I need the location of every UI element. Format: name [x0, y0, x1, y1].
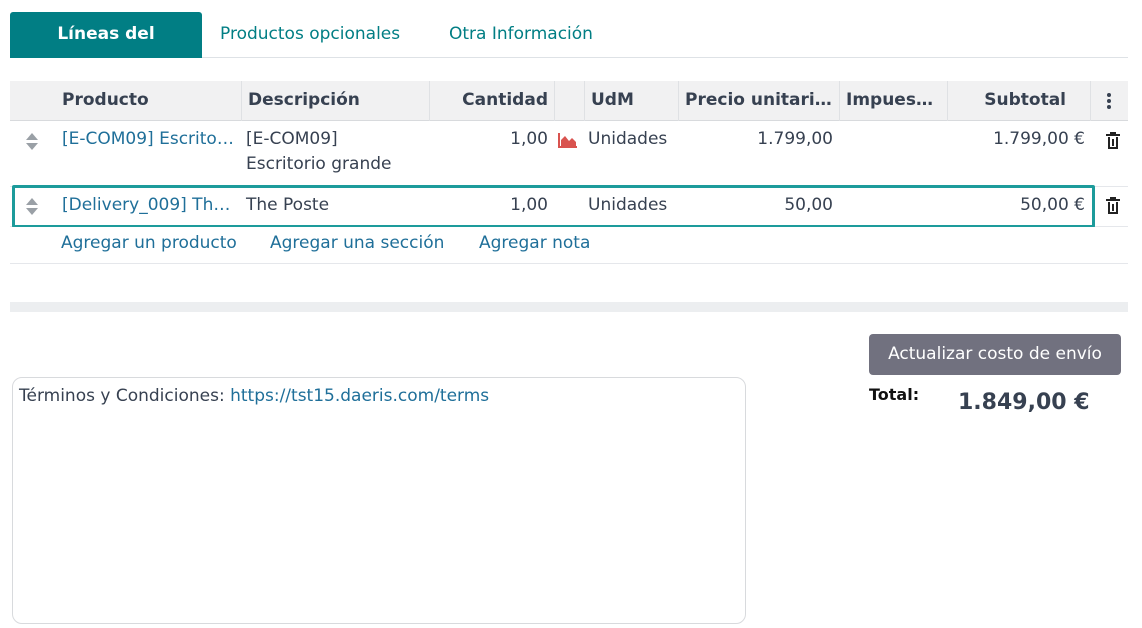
product-cell[interactable]: [E-COM09] Escrito…: [56, 129, 241, 149]
product-cell[interactable]: [Delivery_009] Th…: [56, 195, 241, 215]
kebab-menu-icon[interactable]: [1107, 93, 1111, 109]
column-header-taxes[interactable]: Impuest…: [839, 81, 947, 121]
uom-cell[interactable]: Unidades: [582, 129, 673, 149]
column-options-header[interactable]: [1090, 81, 1128, 121]
forecast-chart-icon[interactable]: [558, 132, 578, 148]
column-header-unit-price[interactable]: Precio unitario…: [678, 81, 839, 121]
terms-and-conditions-field[interactable]: Términos y Condiciones: https://tst15.da…: [12, 377, 746, 624]
column-header-description[interactable]: Descripción: [241, 81, 429, 121]
handle-column-header: [10, 81, 56, 121]
column-header-forecast: [554, 81, 584, 121]
add-section-link[interactable]: Agregar una sección: [264, 233, 450, 253]
total-label: Total:: [869, 385, 920, 404]
column-header-quantity[interactable]: Cantidad: [429, 81, 554, 121]
section-divider: [10, 302, 1128, 312]
terms-prefix: Términos y Condiciones:: [19, 386, 231, 406]
table-row[interactable]: [E-COM09] Escrito… [E-COM09] Escritorio …: [10, 121, 1128, 187]
description-cell[interactable]: The Poste: [240, 195, 335, 215]
unit-price-cell[interactable]: 50,00: [678, 195, 839, 215]
column-header-product[interactable]: Producto: [56, 81, 241, 121]
trash-icon[interactable]: [1106, 132, 1120, 149]
unit-price-cell[interactable]: 1.799,00: [678, 129, 839, 149]
terms-link[interactable]: https://tst15.daeris.com/terms: [230, 386, 489, 406]
table-row[interactable]: [Delivery_009] Th… The Poste 1,00 Unidad…: [10, 187, 1128, 227]
add-note-link[interactable]: Agregar nota: [473, 233, 596, 253]
add-line-row: Agregar un producto Agregar una sección …: [10, 227, 1128, 264]
add-product-link[interactable]: Agregar un producto: [55, 233, 243, 253]
tab-order-lines[interactable]: Líneas del pedido: [10, 12, 202, 88]
description-cell[interactable]: [E-COM09] Escritorio grande: [240, 129, 397, 174]
table-header: Producto Descripción Cantidad UdM Precio…: [10, 81, 1128, 121]
trash-icon[interactable]: [1106, 197, 1120, 214]
update-shipping-cost-button[interactable]: Actualizar costo de envío: [869, 334, 1121, 375]
subtotal-cell: 50,00 €: [1020, 195, 1085, 215]
uom-cell[interactable]: Unidades: [582, 195, 673, 215]
tab-other-info[interactable]: Otra Información: [449, 12, 593, 58]
column-header-uom[interactable]: UdM: [584, 81, 678, 121]
quantity-cell[interactable]: 1,00: [429, 129, 554, 149]
quantity-cell[interactable]: 1,00: [429, 195, 554, 215]
subtotal-cell: 1.799,00 €: [993, 129, 1085, 149]
description-line: Escritorio grande: [246, 154, 392, 174]
drag-handle-icon[interactable]: [26, 133, 38, 151]
drag-handle-icon[interactable]: [26, 198, 38, 216]
description-line: [E-COM09]: [246, 129, 338, 149]
column-header-subtotal[interactable]: Subtotal: [947, 81, 1072, 121]
notebook-tabs: Líneas del pedido Productos opcionales O…: [10, 12, 1128, 88]
tab-optional-products[interactable]: Productos opcionales: [220, 12, 400, 58]
total-value: 1.849,00 €: [958, 390, 1090, 415]
